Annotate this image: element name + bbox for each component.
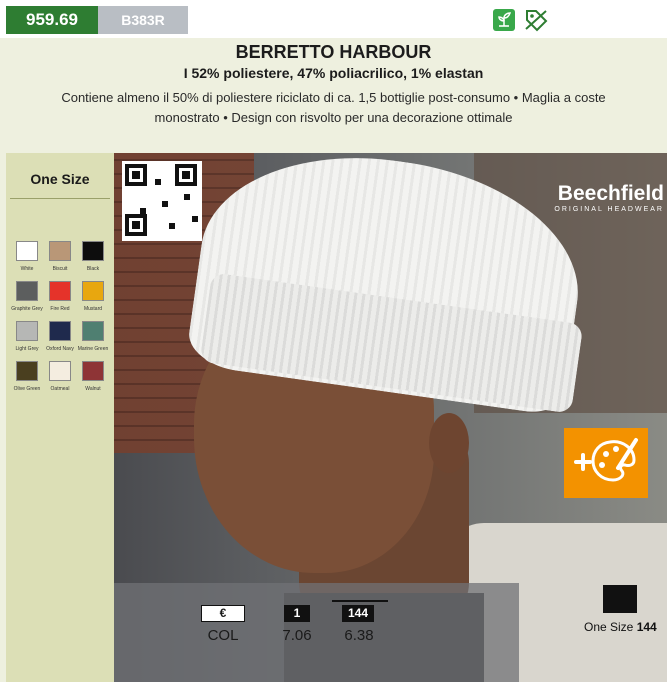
product-composition: I 52% poliestere, 47% poliacrilico, 1% e… [183,65,484,81]
qr-finder [125,214,147,236]
currency-header: € [201,605,245,622]
color-swatch[interactable] [82,281,104,301]
color-swatch[interactable] [16,361,38,381]
qr-module [162,201,168,207]
tier-qty: 1 [284,605,310,622]
carton-size: One Size [584,620,634,634]
color-swatch[interactable] [82,241,104,261]
color-swatch[interactable] [16,241,38,261]
top-bar: 959.69 B383R [0,0,667,38]
color-swatch[interactable] [49,281,71,301]
col-label: COL [207,627,239,644]
color-swatch-label: Graphite Grey [11,306,43,312]
color-swatch[interactable] [16,321,38,341]
brand-name: Beechfield [557,182,664,205]
qr-code[interactable] [122,161,202,241]
qr-finder [175,164,197,186]
color-swatch-label: Olive Green [13,386,41,392]
carton-icon [603,585,637,613]
recycle-tag-icon [522,7,550,33]
qr-module [139,208,146,215]
color-swatch-label: Marine Green [77,346,109,352]
carton-qty: 144 [636,620,657,634]
color-swatch[interactable] [16,281,38,301]
tier-price: 7.06 [282,627,312,644]
product-photo: Beechfield ORIGINAL HEADWEAR € COL 1 7.0… [114,153,667,682]
color-swatch[interactable] [49,241,71,261]
color-swatch[interactable] [49,321,71,341]
divider [332,600,388,602]
color-swatch-label: Mustard [83,306,103,312]
brand-logo: Beechfield ORIGINAL HEADWEAR [519,183,664,214]
qr-module [184,193,191,200]
size-label: One Size [30,171,90,187]
model-ear [429,413,469,473]
qr-finder [125,164,147,186]
sprout-icon [493,9,515,31]
divider [10,198,110,199]
color-swatch-label: Fire Red [50,306,70,312]
product-code-badge: 959.69 [6,6,98,34]
qr-module [191,215,198,222]
color-sidebar: One Size White Biscuit Black Graphite Grey F… [6,153,114,682]
brand-tagline: ORIGINAL HEADWEAR [554,206,664,213]
color-swatch-label: Biscuit [52,266,68,272]
color-swatch[interactable] [82,361,104,381]
color-swatch-label: Oxford Navy [46,346,74,352]
qr-module [169,223,176,230]
qr-module [154,178,161,185]
color-swatch-label: Light Grey [15,346,39,352]
product-description: Contiene almeno il 50% di poliestere ric… [61,90,606,125]
product-header: BERRETTO HARBOUR I 52% poliestere, 47% p… [0,38,667,153]
palette-plus-icon [564,428,648,498]
price-table: € COL 1 7.06 144 6.38 [114,583,519,682]
carton-info: One Size 144 [584,620,664,634]
color-swatch[interactable] [49,361,71,381]
tier-price: 6.38 [344,627,374,644]
color-swatch[interactable] [82,321,104,341]
tier-qty: 144 [342,605,374,622]
sku-badge: B383R [98,6,188,34]
color-swatch-label: Oatmeal [50,386,70,392]
color-swatch-label: Black [86,266,100,272]
product-title: BERRETTO HARBOUR [235,42,432,62]
color-swatch-label: White [20,266,34,272]
color-swatch-label: Walnut [85,386,101,392]
